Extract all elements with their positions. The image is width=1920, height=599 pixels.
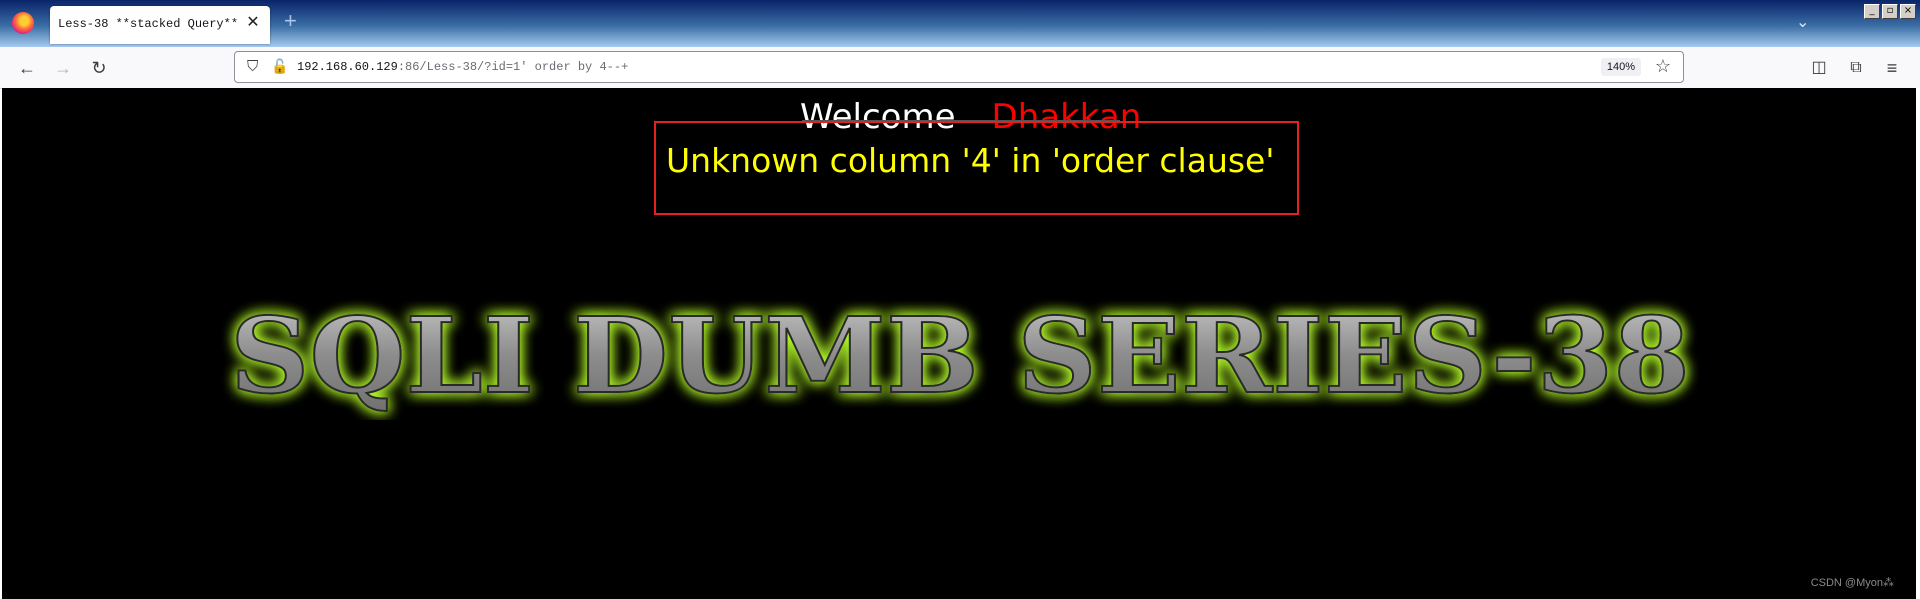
tab-title: Less-38 **stacked Query** (58, 17, 239, 31)
url-text[interactable]: 192.168.60.129:86/Less-38/?id=1' order b… (297, 60, 628, 74)
extensions-icon[interactable]: ⧉ (1845, 57, 1867, 79)
pocket-icon[interactable]: ◫ (1808, 57, 1830, 79)
bookmark-star-icon[interactable]: ☆ (1655, 56, 1671, 77)
reload-icon[interactable]: ↻ (88, 57, 110, 79)
tracking-shield-icon[interactable]: ⛉ (247, 58, 258, 75)
url-host: 192.168.60.129 (297, 60, 398, 74)
banner-title: SQLI DUMB SERIES-38 (230, 294, 1690, 417)
window-edge (1916, 88, 1920, 599)
window-controls: _ ▫ × (1864, 4, 1916, 19)
sqli-dumb-series-banner: SQLI DUMB SERIES-38 (229, 293, 1691, 418)
firefox-logo-icon[interactable] (12, 12, 34, 34)
error-message-box: Unknown column '4' in 'order clause' (654, 121, 1299, 215)
address-bar[interactable]: ⛉ 🔓 192.168.60.129:86/Less-38/?id=1' ord… (234, 51, 1684, 83)
back-arrow-icon[interactable]: ← (16, 57, 38, 79)
navigation-bar: ← → ↻ ⛉ 🔓 192.168.60.129:86/Less-38/?id=… (0, 47, 1920, 89)
new-tab-icon[interactable]: + (284, 10, 297, 32)
insecure-lock-icon[interactable]: 🔓 (271, 58, 288, 75)
tab-active[interactable]: Less-38 **stacked Query** ✕ (50, 6, 270, 44)
close-window-button[interactable]: × (1900, 4, 1916, 19)
url-path: :86/Less-38/?id=1' order by 4--+ (397, 60, 629, 74)
menu-hamburger-icon[interactable]: ≡ (1881, 57, 1903, 79)
chevron-down-icon[interactable]: ⌄ (1796, 12, 1809, 32)
close-tab-icon[interactable]: ✕ (244, 14, 262, 32)
minimize-button[interactable]: _ (1864, 4, 1880, 19)
forward-arrow-icon[interactable]: → (52, 57, 74, 79)
watermark: CSDN @Myon⁂ (1810, 577, 1894, 589)
error-message: Unknown column '4' in 'order clause' (666, 141, 1275, 180)
zoom-level-button[interactable]: 140% (1600, 58, 1641, 76)
tab-strip: Less-38 **stacked Query** ✕ + ⌄ _ ▫ × (0, 0, 1920, 47)
restore-button[interactable]: ▫ (1882, 4, 1898, 19)
